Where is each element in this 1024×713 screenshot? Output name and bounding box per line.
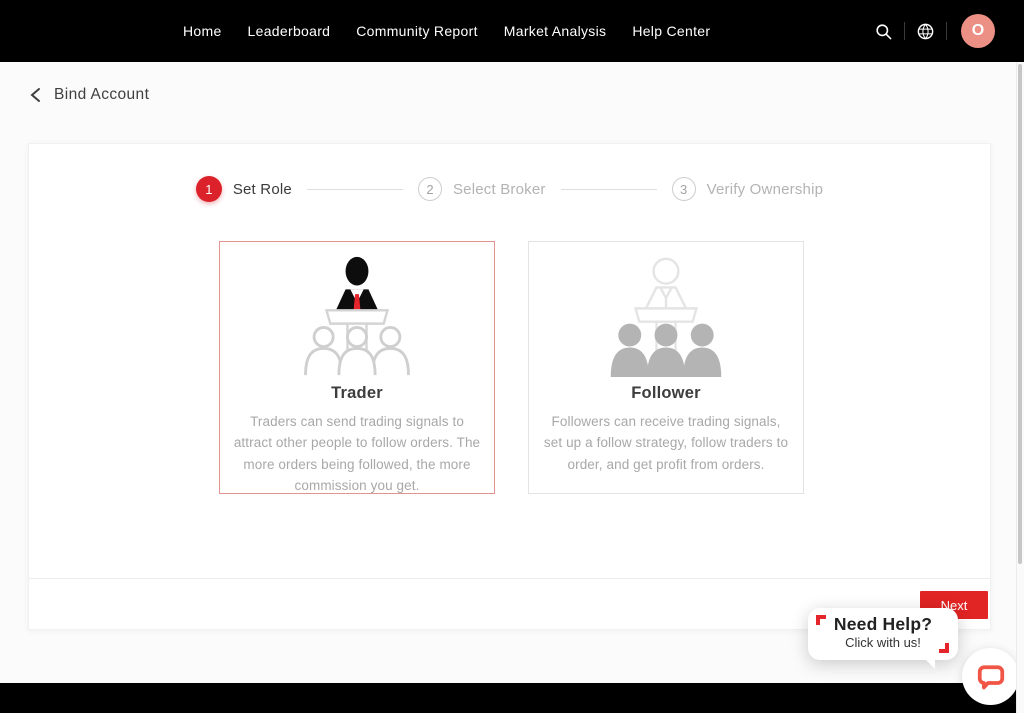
user-avatar[interactable]: O	[961, 14, 995, 48]
need-help-popup[interactable]: Need Help? Click with us!	[808, 608, 958, 660]
follower-audience-icon	[606, 255, 726, 377]
step-number-badge: 2	[418, 177, 442, 201]
nav-community-report[interactable]: Community Report	[356, 23, 478, 39]
back-breadcrumb[interactable]: Bind Account	[30, 86, 149, 104]
page-footer	[0, 683, 1016, 713]
nav-home[interactable]: Home	[183, 23, 222, 39]
step-label: Set Role	[233, 181, 292, 198]
step-label: Select Broker	[453, 181, 546, 198]
step-select-broker: 2 Select Broker	[418, 177, 546, 201]
role-title: Follower	[529, 384, 803, 403]
trader-podium-icon	[297, 255, 417, 377]
page-title: Bind Account	[54, 86, 149, 104]
nav-leaderboard[interactable]: Leaderboard	[248, 23, 331, 39]
step-set-role: 1 Set Role	[196, 176, 292, 202]
chat-bubble-icon	[976, 662, 1006, 692]
step-number-badge: 1	[196, 176, 222, 202]
red-corner-mark-icon	[816, 615, 826, 625]
header-divider	[904, 22, 905, 40]
top-navbar: Home Leaderboard Community Report Market…	[0, 0, 1024, 62]
step-connector	[561, 189, 657, 190]
vertical-scrollbar[interactable]	[1016, 62, 1024, 713]
panel-footer-divider	[29, 578, 990, 579]
step-number-badge: 3	[672, 177, 696, 201]
role-card-follower[interactable]: Follower Followers can receive trading s…	[528, 241, 804, 494]
nav-market-analysis[interactable]: Market Analysis	[504, 23, 607, 39]
step-label: Verify Ownership	[707, 181, 824, 198]
popup-tail	[924, 658, 935, 669]
header-divider	[946, 22, 947, 40]
help-popup-subtitle: Click with us!	[808, 635, 958, 650]
red-corner-mark-icon	[939, 643, 949, 653]
bind-account-panel: 1 Set Role 2 Select Broker 3 Verify Owne…	[28, 143, 991, 630]
chevron-left-icon	[30, 87, 41, 103]
scrollbar-thumb[interactable]	[1018, 64, 1022, 564]
role-options: Trader Traders can send trading signals …	[219, 241, 804, 494]
livechat-launcher-button[interactable]	[962, 648, 1019, 705]
main-nav: Home Leaderboard Community Report Market…	[183, 0, 710, 62]
globe-language-icon[interactable]	[916, 22, 935, 41]
progress-stepper: 1 Set Role 2 Select Broker 3 Verify Owne…	[29, 176, 990, 202]
role-card-trader[interactable]: Trader Traders can send trading signals …	[219, 241, 495, 494]
role-title: Trader	[220, 384, 494, 403]
step-verify-ownership: 3 Verify Ownership	[672, 177, 824, 201]
role-description: Traders can send trading signals to attr…	[220, 411, 494, 494]
nav-help-center[interactable]: Help Center	[632, 23, 710, 39]
role-description: Followers can receive trading signals, s…	[529, 411, 803, 475]
step-connector	[307, 189, 403, 190]
search-icon[interactable]	[874, 22, 893, 41]
header-actions: O	[874, 0, 995, 62]
help-popup-title: Need Help?	[808, 614, 958, 635]
